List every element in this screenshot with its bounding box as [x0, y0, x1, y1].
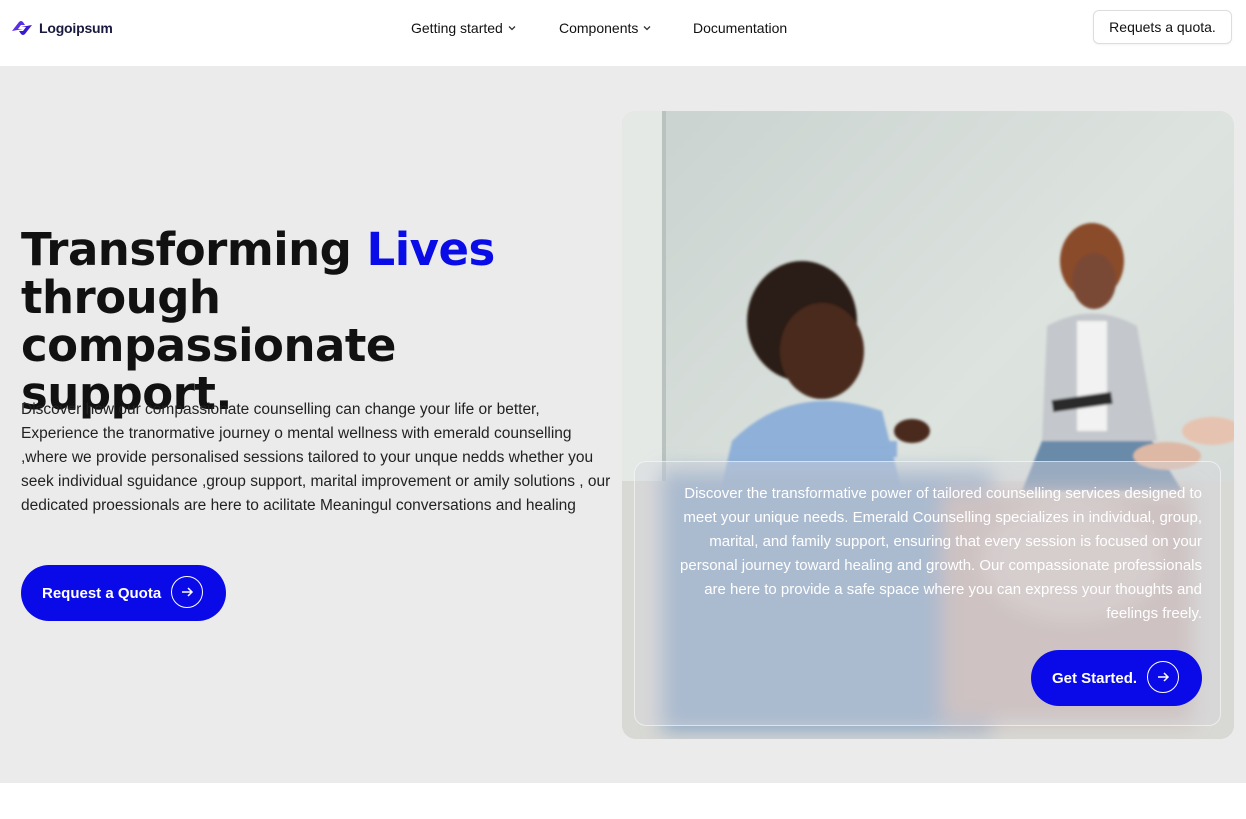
logo-mark-icon [12, 21, 32, 35]
menu-item-label: Components [559, 20, 639, 36]
hero-headline: Transforming Lives through compassionate … [21, 226, 581, 418]
get-started-button[interactable]: Get Started. [1031, 650, 1202, 706]
request-quota-nav-button[interactable]: Requets a quota. [1093, 10, 1232, 44]
cta-label: Request a Quota [42, 584, 162, 602]
chevron-down-icon [508, 26, 516, 31]
arrow-right-circle-icon [171, 576, 203, 608]
get-started-label: Get Started. [1052, 669, 1138, 687]
hero-description: Discover how our compassionate counselli… [21, 401, 611, 514]
headline-accent: Lives [366, 223, 496, 276]
menu-item-documentation[interactable]: Documentation [693, 20, 787, 36]
menu-item-label: Documentation [693, 20, 788, 36]
hero-section: Transforming Lives through compassionate … [0, 66, 1246, 783]
card-description: Discover the transformative power of tai… [680, 485, 1202, 622]
menu-item-getting-started[interactable]: Getting started [411, 20, 517, 36]
headline-text-rest: through compassionate support. [21, 271, 396, 420]
headline-text: Transforming [21, 223, 367, 276]
menu-item-components[interactable]: Components [559, 20, 652, 36]
info-glass-card: Discover the transformative power of tai… [634, 461, 1221, 726]
hero-photo-card: Discover the transformative power of tai… [622, 111, 1234, 739]
logo[interactable]: Logoipsum [9, 18, 113, 38]
top-navigation: Logoipsum Getting started Components Doc… [0, 0, 1246, 66]
arrow-right-circle-icon [1147, 661, 1179, 693]
menu-item-label: Getting started [411, 20, 503, 36]
chevron-down-icon [643, 26, 651, 31]
logo-text: Logoipsum [39, 20, 113, 36]
request-quota-button[interactable]: Request a Quota [21, 565, 226, 621]
